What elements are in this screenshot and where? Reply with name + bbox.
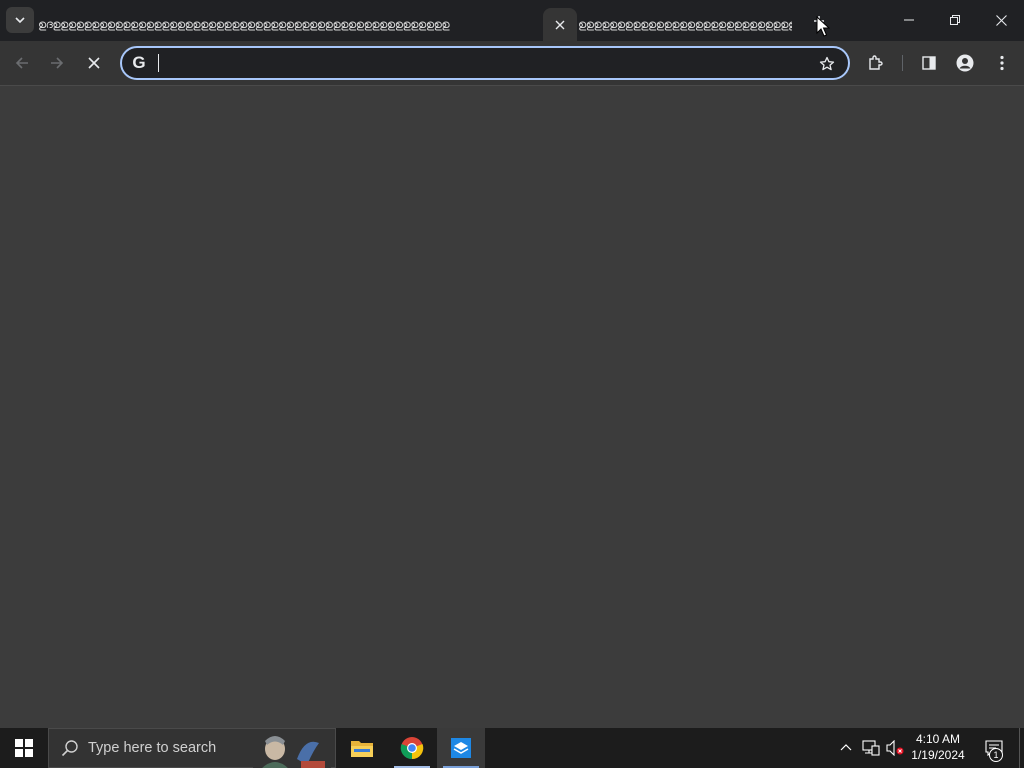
close-icon[interactable] <box>555 20 565 30</box>
profile-icon <box>956 54 974 72</box>
notification-count-badge: 1 <box>989 748 1003 762</box>
forward-button[interactable] <box>43 49 71 77</box>
volume-muted-icon <box>886 740 904 756</box>
browser-toolbar: G <box>0 41 1024 86</box>
windows-logo-icon <box>15 739 33 757</box>
title-bar: ഉദഉഉഉഉഉഉഉഉഉഉഉഉഉഉഉഉഉഉഉഉഉഉഉഉഉഉഉഉഉഉഉഉഉഉഉഉഉഉ… <box>0 0 1024 41</box>
tab-3[interactable]: ഉഉഉഉഉഉഉഉഉഉഉഉഉഉഉഉഉഉഉഉഉഉഉഉഉഉഉഉ <box>578 8 794 41</box>
restore-button[interactable] <box>932 0 978 40</box>
extensions-puzzle-icon <box>869 55 883 70</box>
side-panel-icon <box>922 56 936 70</box>
tab-search-button[interactable] <box>6 7 34 33</box>
tab-title: ഉദഉഉഉഉഉഉഉഉഉഉഉഉഉഉഉഉഉഉഉഉഉഉഉഉഉഉഉഉഉഉഉഉഉഉഉഉഉഉ… <box>38 17 450 31</box>
taskbar-chrome[interactable] <box>388 728 436 768</box>
tab-active[interactable] <box>543 8 577 41</box>
search-highlight-illustration <box>253 729 331 768</box>
menu-button[interactable] <box>988 49 1016 77</box>
tab-title: ഉഉഉഉഉഉഉഉഉഉഉഉഉഉഉഉഉഉഉഉഉഉഉഉഉഉഉഉ <box>578 17 792 31</box>
page-content <box>0 86 1024 728</box>
taskbar: Type here to search 4:10 AM 1/19/2024 1 <box>0 728 1024 768</box>
stop-loading-button[interactable] <box>80 49 108 77</box>
volume-button[interactable] <box>884 728 906 768</box>
taskbar-file-explorer[interactable] <box>338 728 386 768</box>
tab-1[interactable]: ഉദഉഉഉഉഉഉഉഉഉഉഉഉഉഉഉഉഉഉഉഉഉഉഉഉഉഉഉഉഉഉഉഉഉഉഉഉഉഉ… <box>38 8 542 41</box>
chrome-icon <box>400 737 424 760</box>
restore-icon <box>950 15 960 25</box>
back-button[interactable] <box>8 49 36 77</box>
google-g-icon: G <box>132 53 146 72</box>
mouse-cursor-icon <box>816 16 830 37</box>
side-panel-button[interactable] <box>915 49 943 77</box>
address-input[interactable] <box>156 52 796 74</box>
file-explorer-icon <box>351 741 373 757</box>
start-button[interactable] <box>0 728 48 768</box>
close-icon <box>995 14 1007 26</box>
forward-arrow-icon <box>51 57 64 69</box>
network-icon <box>862 740 880 756</box>
taskbar-app[interactable] <box>437 728 485 768</box>
search-icon <box>61 740 78 757</box>
minimize-icon <box>904 19 914 21</box>
address-bar[interactable]: G <box>120 46 850 80</box>
close-window-button[interactable] <box>978 0 1024 40</box>
menu-dots-icon <box>1000 55 1004 71</box>
back-arrow-icon <box>15 57 28 69</box>
chevron-up-icon <box>840 744 852 751</box>
show-hidden-icons-button[interactable] <box>836 728 856 768</box>
stop-loading-icon <box>88 57 100 69</box>
system-clock[interactable]: 4:10 AM 1/19/2024 <box>906 731 970 765</box>
profile-button[interactable] <box>951 49 979 77</box>
search-placeholder: Type here to search <box>88 740 217 756</box>
text-caret <box>158 54 159 72</box>
show-desktop-button[interactable] <box>1019 728 1024 768</box>
bookmark-star-button[interactable] <box>815 52 839 76</box>
minimize-button[interactable] <box>886 0 932 40</box>
star-icon <box>819 56 835 71</box>
network-button[interactable] <box>860 728 882 768</box>
clock-date: 1/19/2024 <box>911 748 965 762</box>
taskbar-search-box[interactable]: Type here to search <box>48 728 336 768</box>
toolbar-divider <box>902 55 903 71</box>
chevron-down-icon <box>15 17 25 24</box>
clock-time: 4:10 AM <box>915 732 961 746</box>
extensions-button[interactable] <box>862 49 890 77</box>
app-icon <box>451 738 471 758</box>
